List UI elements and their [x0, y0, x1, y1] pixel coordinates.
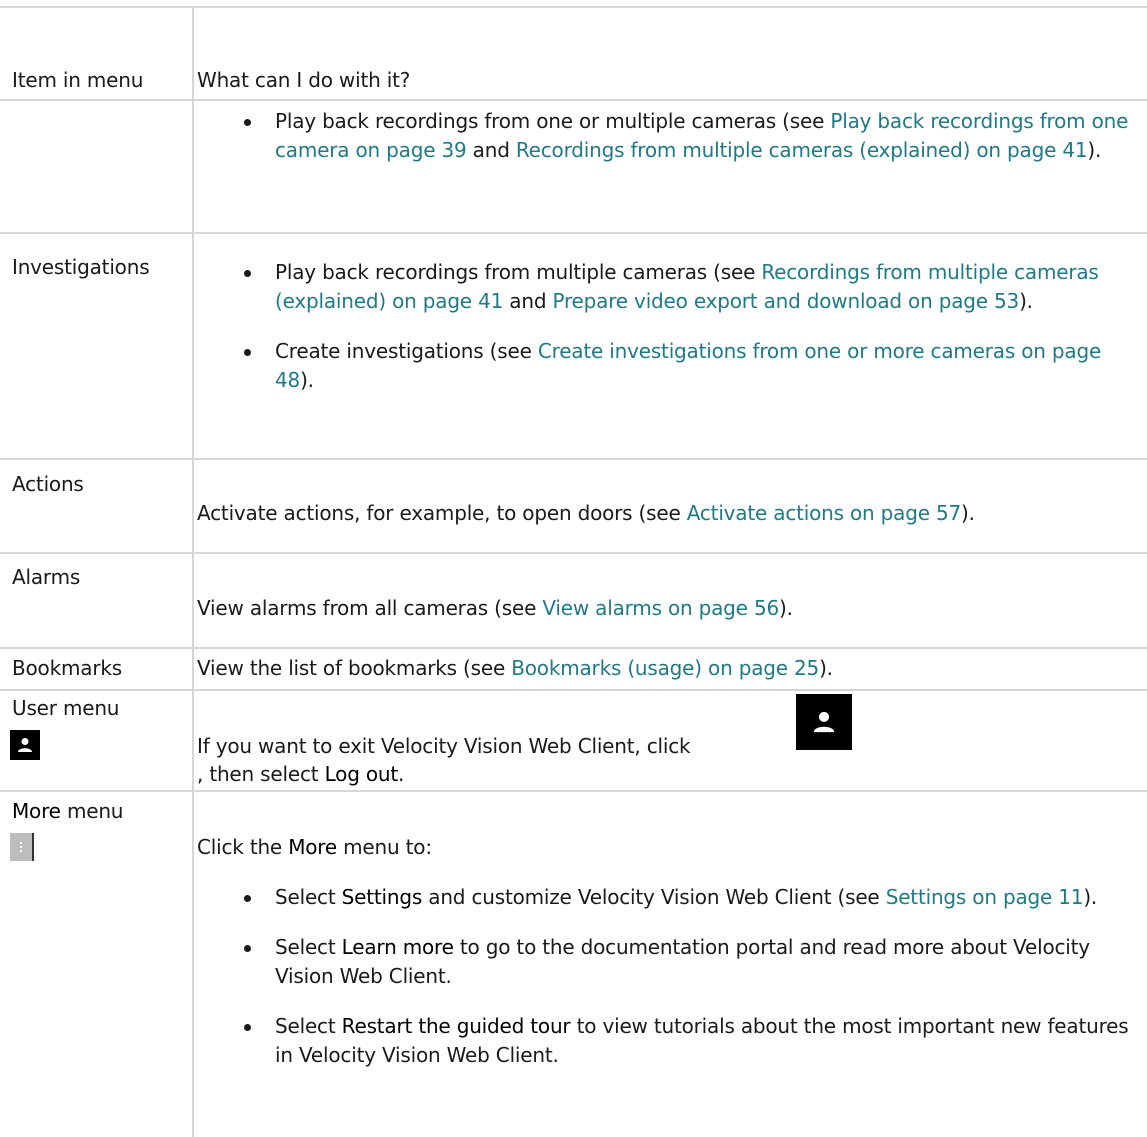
- text-run: ).: [1019, 289, 1033, 313]
- cross-reference-link[interactable]: Activate actions on page 57: [687, 501, 961, 525]
- user-menu-description-line1: If you want to exit Velocity Vision Web …: [197, 732, 1142, 761]
- row-label-investigations: Investigations: [12, 255, 150, 279]
- cross-reference-link[interactable]: Settings on page 11: [886, 885, 1084, 909]
- row-divider: [0, 552, 1147, 554]
- user-icon: [10, 730, 40, 760]
- row-divider: [0, 647, 1147, 649]
- cross-reference-link[interactable]: View alarms on page 56: [542, 596, 779, 620]
- log-out-label: Log out: [324, 762, 399, 786]
- cross-reference-link[interactable]: Recordings from multiple cameras (explai…: [516, 138, 1088, 162]
- user-menu-text-end: .: [398, 762, 405, 786]
- table-top-border: [0, 6, 1147, 8]
- text-run: ).: [1083, 885, 1098, 909]
- ui-term: More: [288, 835, 337, 859]
- text-run: ).: [1087, 138, 1102, 162]
- bullet-dot-icon: [244, 349, 251, 356]
- row-label-actions: Actions: [12, 472, 84, 496]
- ui-term: Settings: [341, 885, 423, 909]
- text-run: ).: [779, 596, 793, 620]
- investigations-bullets: Play back recordings from multiple camer…: [238, 258, 1143, 395]
- bullet-item: Select Restart the guided tour to view t…: [238, 1012, 1143, 1070]
- text-run: Play back recordings from one or multipl…: [275, 109, 831, 133]
- bullet-item: Select Settings and customize Velocity V…: [238, 883, 1143, 912]
- actions-description: Activate actions, for example, to open d…: [197, 499, 1142, 528]
- user-icon: [796, 694, 852, 750]
- bullet-dot-icon: [244, 895, 251, 902]
- bullet-item: Play back recordings from multiple camer…: [238, 258, 1143, 316]
- row-label-bookmarks: Bookmarks: [12, 656, 122, 680]
- bullet-item: Play back recordings from one or multipl…: [238, 107, 1143, 165]
- header-item-in-menu: Item in menu: [12, 68, 144, 92]
- row-divider: [0, 99, 1147, 101]
- cross-reference-link[interactable]: Prepare video export and download on pag…: [552, 289, 1019, 313]
- text-run: ).: [300, 368, 314, 392]
- row-divider: [0, 458, 1147, 460]
- menu-items-table: Item in menu What can I do with it? Play…: [0, 0, 1147, 1137]
- bullet-item: Create investigations (see Create invest…: [238, 337, 1143, 395]
- text-run: Activate actions, for example, to open d…: [197, 501, 687, 525]
- row-divider: [0, 232, 1147, 234]
- text-run: Create investigations (see: [275, 339, 538, 363]
- row-label-user-menu: User menu: [12, 696, 120, 720]
- more-label-rest: menu: [60, 799, 124, 823]
- more-menu-intro: Click the More menu to:: [197, 833, 1142, 862]
- text-run: and: [466, 138, 516, 162]
- bullet-dot-icon: [244, 945, 251, 952]
- bookmarks-description: View the list of bookmarks (see Bookmark…: [197, 654, 1142, 683]
- bullet-item: Select Learn more to go to the documenta…: [238, 933, 1143, 991]
- text-run: Select: [275, 935, 342, 959]
- text-run: ).: [819, 656, 833, 680]
- header-what-can-i-do: What can I do with it?: [197, 68, 411, 92]
- text-run: and: [503, 289, 553, 313]
- table-column-divider: [192, 6, 194, 1137]
- user-menu-text: , then select: [197, 762, 325, 786]
- text-run: menu to:: [336, 835, 432, 859]
- bullet-dot-icon: [244, 119, 251, 126]
- row-divider: [0, 790, 1147, 792]
- ui-term: Learn more: [341, 935, 454, 959]
- row-label-alarms: Alarms: [12, 565, 81, 589]
- cross-reference-link[interactable]: Bookmarks (usage) on page 25: [511, 656, 819, 680]
- text-run: View the list of bookmarks (see: [197, 656, 512, 680]
- ui-term: Restart the guided tour: [341, 1014, 571, 1038]
- text-run: Play back recordings from multiple camer…: [275, 260, 762, 284]
- alarms-description: View alarms from all cameras (see View a…: [197, 594, 1142, 623]
- user-menu-description-line2: , then select Log out.: [197, 760, 1142, 789]
- text-run: View alarms from all cameras (see: [197, 596, 543, 620]
- row0-bullets: Play back recordings from one or multipl…: [238, 107, 1143, 165]
- row-label-more-menu: More menu: [12, 797, 123, 826]
- text-run: Select: [275, 1014, 342, 1038]
- more-vertical-icon: [10, 833, 34, 861]
- more-menu-bullets: Select Settings and customize Velocity V…: [238, 883, 1143, 1070]
- user-menu-instruction: If you want to exit Velocity Vision Web …: [197, 734, 691, 758]
- text-run: and customize Velocity Vision Web Client…: [422, 885, 886, 909]
- text-run: Click the: [197, 835, 289, 859]
- more-label-strong: More: [12, 799, 61, 823]
- bullet-dot-icon: [244, 1024, 251, 1031]
- row-divider: [0, 689, 1147, 691]
- text-run: Select: [275, 885, 342, 909]
- bullet-dot-icon: [244, 270, 251, 277]
- text-run: ).: [961, 501, 975, 525]
